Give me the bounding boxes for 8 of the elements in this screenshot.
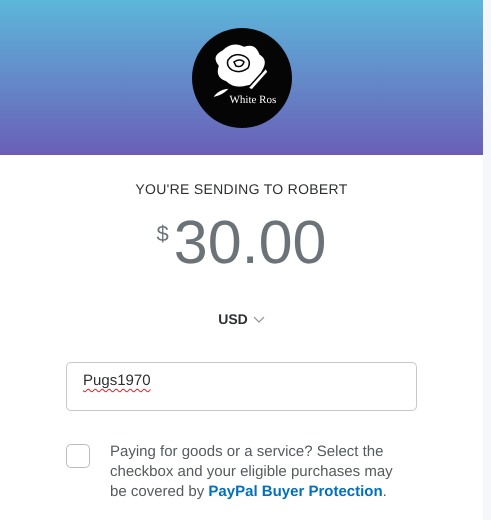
currency-dropdown[interactable]: USD: [216, 309, 267, 329]
buyer-protection-text: Paying for goods or a service? Select the checkbox and your eligible purchases may be covered by PayPal Buyer Protection.: [110, 442, 394, 502]
amount: 30.00: [174, 207, 326, 277]
recipient-heading: YOU'RE SENDING TO ROBERT: [135, 181, 348, 197]
logo-text: White Ros: [230, 94, 276, 106]
currency-symbol: $: [156, 221, 169, 247]
buyer-protection-link[interactable]: PayPal Buyer Protection: [208, 483, 383, 500]
note-field[interactable]: Pugs1970: [66, 362, 417, 411]
